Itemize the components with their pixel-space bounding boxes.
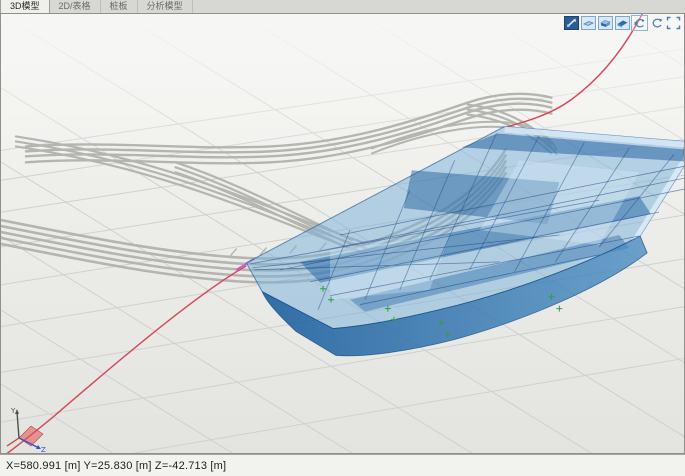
- rotate-view-icon[interactable]: [649, 16, 664, 30]
- top-view-icon[interactable]: [581, 16, 596, 30]
- perspective-view-icon[interactable]: [615, 16, 630, 30]
- zoom-extents-icon[interactable]: [564, 16, 579, 30]
- tab-2d-tables[interactable]: 2D/表格: [50, 0, 101, 13]
- cursor-coordinates: X=580.991 [m] Y=25.830 [m] Z=-42.713 [m]: [0, 460, 226, 472]
- tab-pile-slab[interactable]: 桩板: [101, 0, 138, 13]
- orbit-icon[interactable]: [632, 16, 647, 30]
- application-window: 3D模型 2D/表格 桩板 分析模型: [0, 0, 685, 476]
- tab-analysis-model[interactable]: 分析模型: [138, 0, 193, 13]
- y-axis: [17, 412, 19, 438]
- view-toolbar: [564, 16, 681, 30]
- x-axis: [7, 438, 19, 446]
- status-bar: X=580.991 [m] Y=25.830 [m] Z=-42.713 [m]: [0, 454, 685, 476]
- view-tabbar: 3D模型 2D/表格 桩板 分析模型: [0, 0, 685, 14]
- scene-3d: [1, 14, 684, 453]
- z-axis-label: Z: [41, 446, 46, 452]
- tab-3d-model[interactable]: 3D模型: [0, 0, 50, 13]
- axis-triad: Y Z: [3, 404, 51, 452]
- fit-view-icon[interactable]: [666, 16, 681, 30]
- triad-plane: [19, 426, 43, 446]
- iso-view-icon[interactable]: [598, 16, 613, 30]
- y-axis-label: Y: [10, 407, 16, 415]
- viewport-3d[interactable]: Y Z: [0, 13, 685, 454]
